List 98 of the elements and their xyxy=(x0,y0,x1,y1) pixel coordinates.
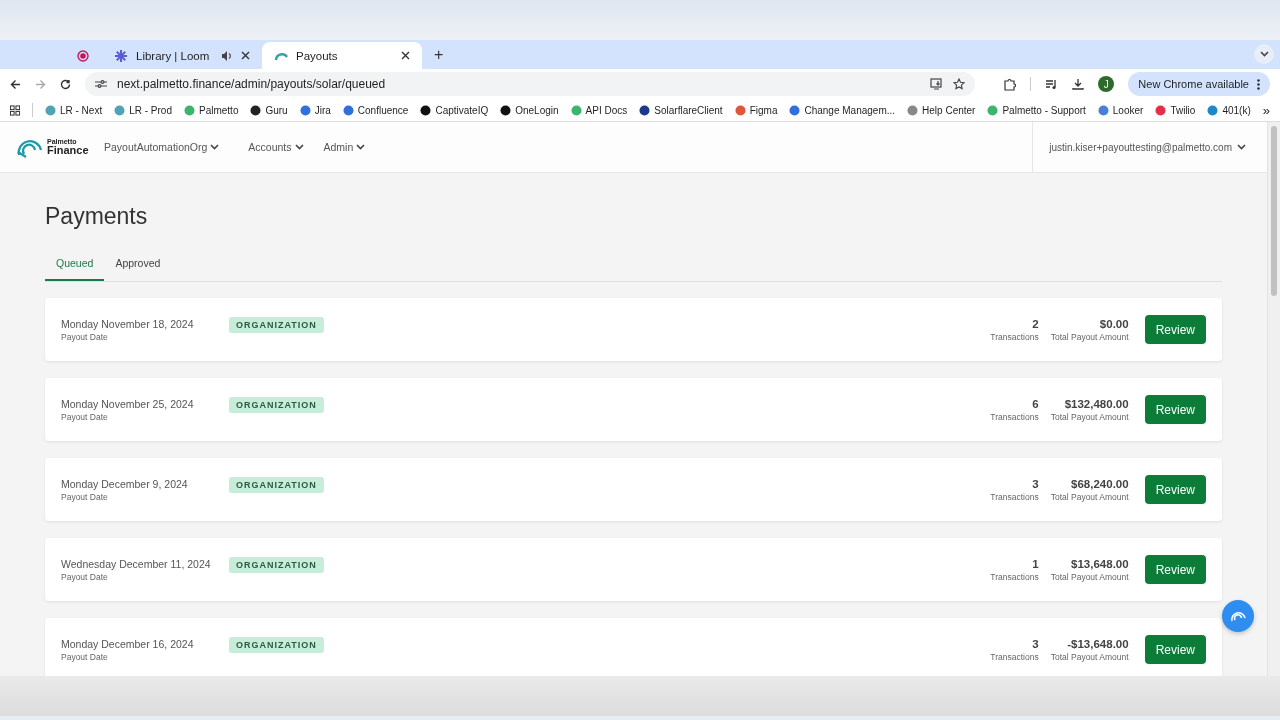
payout-date-label: Payout Date xyxy=(61,411,109,422)
chevron-down-icon xyxy=(1259,51,1269,57)
close-icon[interactable] xyxy=(241,51,250,60)
bookmark-item[interactable]: LR - Prod xyxy=(114,104,172,116)
payout-date: Monday December 16, 2024 xyxy=(61,637,195,650)
bookmark-item[interactable]: Palmetto - Support xyxy=(987,104,1086,116)
install-app-icon[interactable] xyxy=(930,78,944,90)
speaker-icon[interactable] xyxy=(221,49,233,62)
bookmark-item[interactable]: Twilio xyxy=(1155,104,1196,116)
nav-menu[interactable]: PayoutAutomationOrg xyxy=(104,141,220,153)
page-tab[interactable]: Queued xyxy=(45,253,105,281)
help-button[interactable] xyxy=(1222,600,1254,632)
close-icon[interactable] xyxy=(401,51,410,60)
review-button[interactable]: Review xyxy=(1144,395,1206,424)
chevron-down-icon xyxy=(1237,144,1246,150)
review-button[interactable]: Review xyxy=(1144,555,1206,584)
payout-date-label: Payout Date xyxy=(61,491,109,502)
bookmark-item[interactable]: Figma xyxy=(734,104,778,116)
bookmark-item[interactable]: Confluence xyxy=(342,104,409,116)
type-tag: ORGANIZATION xyxy=(229,637,324,653)
payout-amount: $0.00 xyxy=(1098,317,1129,330)
amount-label: Total Payout Amount xyxy=(1050,331,1129,342)
record-icon xyxy=(77,49,89,62)
review-button[interactable]: Review xyxy=(1144,315,1206,344)
page-tab[interactable]: Approved xyxy=(104,253,172,281)
payout-date: Monday December 9, 2024 xyxy=(61,477,189,490)
browser-tab[interactable]: Payouts xyxy=(262,42,422,69)
nav-menu[interactable]: Admin xyxy=(323,141,366,153)
profile-avatar[interactable]: J xyxy=(1098,76,1115,92)
payout-amount: $68,240.00 xyxy=(1070,477,1129,490)
payout-date-label: Payout Date xyxy=(61,651,109,662)
type-tag: ORGANIZATION xyxy=(229,557,324,573)
bookmarks-overflow-button[interactable]: » xyxy=(1262,102,1270,118)
star-burst-icon xyxy=(114,48,128,63)
puzzle-icon[interactable] xyxy=(1003,77,1017,91)
tab-title: Library | Loom xyxy=(136,49,211,62)
bookmark-item[interactable]: CaptivateIQ xyxy=(420,104,489,116)
transactions-label: Transactions xyxy=(990,491,1039,502)
payout-date: Monday November 25, 2024 xyxy=(61,397,195,410)
payout-date: Wednesday December 11, 2024 xyxy=(61,557,212,570)
chevron-down-icon xyxy=(210,144,220,150)
transaction-count: 1 xyxy=(1031,557,1039,570)
review-button[interactable]: Review xyxy=(1144,475,1206,504)
more-icon xyxy=(1257,78,1260,90)
payout-date-label: Payout Date xyxy=(61,331,109,342)
back-icon[interactable] xyxy=(10,78,21,90)
bookmark-item[interactable]: Jira xyxy=(299,104,331,116)
tab-search-button[interactable] xyxy=(1254,44,1274,64)
review-button[interactable]: Review xyxy=(1144,635,1206,664)
amount-label: Total Payout Amount xyxy=(1050,411,1129,422)
page-title: Payments xyxy=(45,203,149,230)
tab-title: Payouts xyxy=(296,49,339,62)
bookmark-item[interactable]: Looker xyxy=(1097,104,1144,116)
type-tag: ORGANIZATION xyxy=(229,477,324,493)
type-tag: ORGANIZATION xyxy=(229,317,324,333)
bookmark-item[interactable]: Change Managem... xyxy=(789,104,896,116)
payout-amount: $132,480.00 xyxy=(1063,397,1129,410)
transaction-count: 6 xyxy=(1031,397,1039,410)
site-settings-icon[interactable] xyxy=(95,79,107,89)
reload-icon[interactable] xyxy=(60,78,71,90)
amount-label: Total Payout Amount xyxy=(1050,491,1129,502)
bookmark-item[interactable]: LR - Next xyxy=(44,104,103,116)
url-text: next.palmetto.finance/admin/payouts/solar/queued xyxy=(117,77,387,91)
logo-title: Finance xyxy=(47,145,89,156)
chevron-down-icon xyxy=(356,144,366,150)
transactions-label: Transactions xyxy=(990,411,1039,422)
payout-amount: -$13,648.00 xyxy=(1066,637,1129,650)
amount-label: Total Payout Amount xyxy=(1050,571,1129,582)
star-icon[interactable] xyxy=(953,78,966,90)
download-icon[interactable] xyxy=(1072,78,1085,90)
update-button[interactable]: New Chrome available xyxy=(1128,72,1270,96)
type-tag: ORGANIZATION xyxy=(229,397,324,413)
payout-amount: $13,648.00 xyxy=(1070,557,1129,570)
logo-icon xyxy=(1230,609,1246,623)
apps-grid-icon[interactable] xyxy=(10,104,21,116)
transaction-count: 3 xyxy=(1031,477,1039,490)
nav-menu[interactable]: Accounts xyxy=(248,141,304,153)
bookmark-item[interactable]: OneLogin xyxy=(500,104,559,116)
bookmark-item[interactable]: 401(k) xyxy=(1207,104,1251,116)
new-tab-button[interactable]: + xyxy=(422,46,456,69)
transactions-label: Transactions xyxy=(990,331,1039,342)
media-icon[interactable] xyxy=(1045,78,1059,90)
scrollbar[interactable] xyxy=(1267,122,1280,676)
transaction-count: 2 xyxy=(1031,317,1039,330)
bookmark-item[interactable]: SolarflareClient xyxy=(639,104,723,116)
payout-date-label: Payout Date xyxy=(61,571,109,582)
payout-date: Monday November 18, 2024 xyxy=(61,317,195,330)
transactions-label: Transactions xyxy=(990,651,1039,662)
chevron-down-icon xyxy=(294,144,304,150)
bookmark-item[interactable]: Help Center xyxy=(907,104,976,116)
bookmark-item[interactable]: API Docs xyxy=(570,104,628,116)
bookmark-item[interactable]: Guru xyxy=(250,104,288,116)
transaction-count: 3 xyxy=(1031,637,1039,650)
browser-tab[interactable]: Library | Loom xyxy=(102,42,262,69)
address-bar[interactable]: next.palmetto.finance/admin/payouts/solar/queued xyxy=(85,72,976,96)
bookmark-item[interactable]: Palmetto xyxy=(184,104,239,116)
amount-label: Total Payout Amount xyxy=(1050,651,1129,662)
transactions-label: Transactions xyxy=(990,571,1039,582)
